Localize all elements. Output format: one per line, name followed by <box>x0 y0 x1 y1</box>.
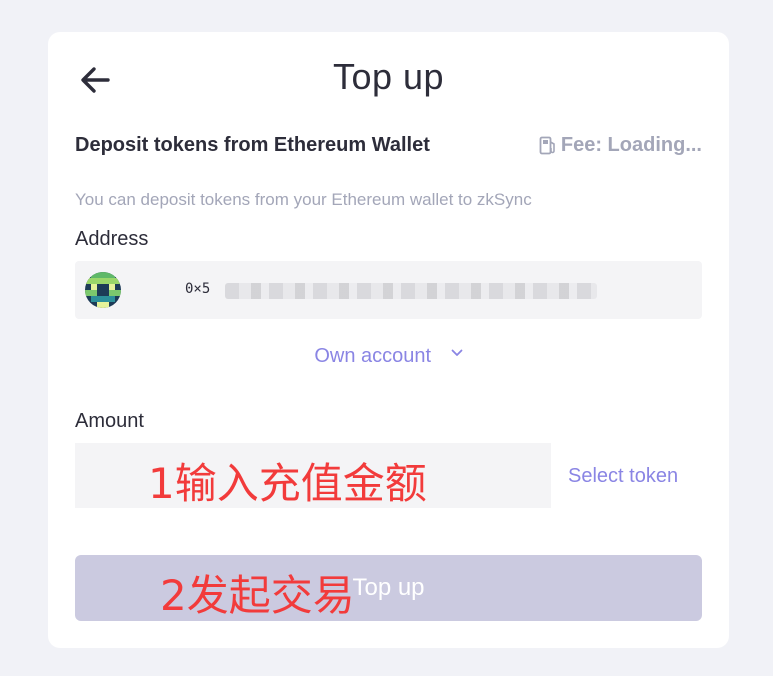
address-redacted <box>225 283 597 299</box>
fuel-pump-icon <box>539 136 555 154</box>
amount-label: Amount <box>75 410 144 432</box>
deposit-subtitle: Deposit tokens from Ethereum Wallet <box>75 134 430 156</box>
page-title: Top up <box>332 56 445 97</box>
deposit-description: You can deposit tokens from your Ethereu… <box>75 190 532 209</box>
annotation-step-1: 1输入充值金额 <box>148 459 427 508</box>
avatar <box>85 272 121 308</box>
address-field[interactable]: 0×5 <box>75 261 702 319</box>
own-account-toggle[interactable]: Own account <box>48 345 729 368</box>
fee-text: Fee: Loading... <box>560 134 702 156</box>
chevron-down-icon <box>451 349 463 356</box>
topup-card: Top up Deposit tokens from Ethereum Wall… <box>48 32 729 648</box>
address-value: 0×5 <box>185 281 211 297</box>
own-account-label: Own account <box>314 345 432 367</box>
address-label: Address <box>75 228 149 250</box>
annotation-step-2: 2发起交易 <box>160 571 355 620</box>
select-token-button[interactable]: Select token <box>568 465 678 488</box>
fee-indicator: Fee: Loading... <box>539 134 702 157</box>
